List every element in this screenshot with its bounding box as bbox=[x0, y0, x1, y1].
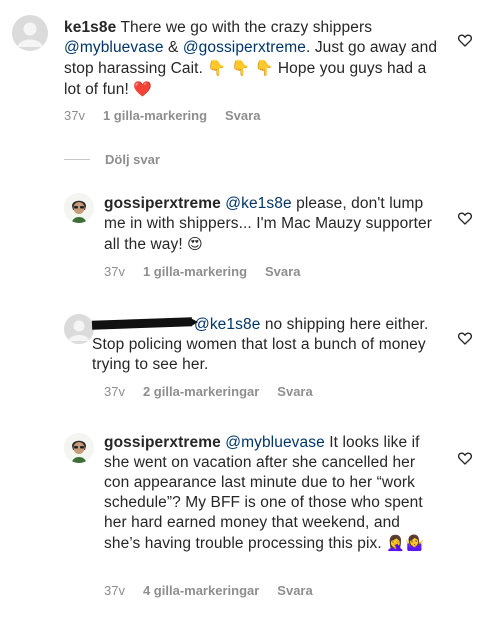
likes-count[interactable]: 2 gilla-markeringar bbox=[143, 384, 259, 399]
pointing-down-emoji: 👇 👇 👇 bbox=[207, 59, 274, 77]
mention-link[interactable]: @ke1s8e bbox=[194, 316, 260, 333]
reply-gossiperxtreme: gossiperxtreme @mybluevase It looks like… bbox=[0, 420, 500, 620]
heart-outline-icon[interactable] bbox=[457, 210, 473, 226]
likes-count[interactable]: 1 gilla-markering bbox=[103, 108, 207, 123]
mention-link[interactable]: @ke1s8e bbox=[225, 195, 291, 212]
heart-outline-icon[interactable] bbox=[457, 32, 473, 48]
likes-count[interactable]: 1 gilla-markering bbox=[143, 264, 247, 279]
comment-text: @ke1s8e no shipping here either. Stop po… bbox=[91, 316, 429, 373]
comment-text: ke1s8e There we go with the crazy shippe… bbox=[64, 19, 438, 98]
heart-outline-icon[interactable] bbox=[457, 450, 473, 466]
avatar[interactable] bbox=[64, 314, 94, 344]
reply-gossiperxtreme: gossiperxtreme @ke1s8e please, don't lum… bbox=[0, 180, 500, 290]
reply-button[interactable]: Svara bbox=[225, 108, 260, 123]
mention-link[interactable]: @mybluevase bbox=[64, 39, 164, 56]
comment-time: 37v bbox=[104, 264, 125, 279]
comment-time: 37v bbox=[104, 583, 125, 598]
comment-meta: 37v 1 gilla-markering Svara bbox=[104, 264, 318, 279]
comment-time: 37v bbox=[104, 384, 125, 399]
heart-outline-icon[interactable] bbox=[457, 330, 473, 346]
default-avatar-icon bbox=[64, 314, 94, 344]
reply-redacted-user: @ke1s8e no shipping here either. Stop po… bbox=[0, 300, 500, 410]
comment-time: 37v bbox=[64, 108, 85, 123]
avatar[interactable] bbox=[64, 193, 94, 223]
heart-eyes-emoji: 😍 bbox=[187, 235, 203, 253]
comment-username[interactable]: gossiperxtreme bbox=[104, 195, 221, 212]
avatar[interactable] bbox=[64, 433, 94, 463]
default-avatar-icon bbox=[12, 15, 48, 51]
comment-ke1s8e: ke1s8e There we go with the crazy shippe… bbox=[0, 0, 500, 140]
comment-username[interactable]: ke1s8e bbox=[64, 19, 116, 36]
comment-text: gossiperxtreme @ke1s8e please, don't lum… bbox=[104, 195, 433, 253]
reply-button[interactable]: Svara bbox=[277, 583, 312, 598]
mention-link[interactable]: @gossiperxtreme bbox=[183, 39, 306, 56]
comment-meta: 37v 2 gilla-markeringar Svara bbox=[104, 384, 331, 399]
cartoon-avatar-icon bbox=[64, 433, 94, 463]
avatar[interactable] bbox=[12, 15, 48, 51]
comment-text: gossiperxtreme @mybluevase It looks like… bbox=[104, 434, 424, 552]
cartoon-avatar-icon bbox=[64, 193, 94, 223]
likes-count[interactable]: 4 gilla-markeringar bbox=[143, 583, 259, 598]
comment-meta: 37v 4 gilla-markeringar Svara bbox=[104, 583, 331, 598]
hide-replies-label[interactable]: Dölj svar bbox=[105, 152, 160, 167]
divider bbox=[64, 158, 90, 160]
reply-button[interactable]: Svara bbox=[277, 384, 312, 399]
comment-meta: 37v 1 gilla-markering Svara bbox=[64, 108, 278, 123]
facepalm-shrug-emoji: 🤦‍♀️🤷‍♀️ bbox=[386, 534, 424, 552]
comment-username[interactable]: gossiperxtreme bbox=[104, 434, 221, 451]
mention-link[interactable]: @mybluevase bbox=[225, 434, 325, 451]
hide-replies-toggle[interactable]: Dölj svar bbox=[64, 150, 160, 168]
red-heart-emoji: ❤️ bbox=[133, 80, 153, 98]
redacted-username bbox=[91, 317, 193, 330]
reply-button[interactable]: Svara bbox=[265, 264, 300, 279]
